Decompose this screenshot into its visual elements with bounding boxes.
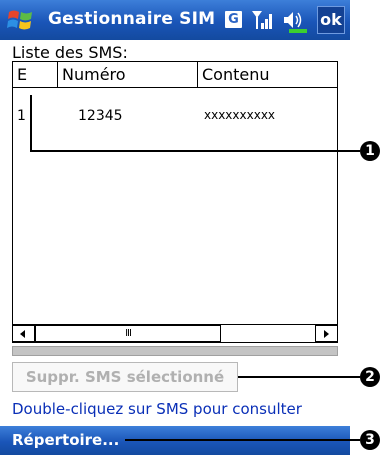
list-caption: Liste des SMS: bbox=[12, 43, 128, 62]
delete-selected-sms-button[interactable]: Suppr. SMS sélectionné bbox=[12, 362, 238, 392]
callout-line-1 bbox=[30, 95, 32, 151]
input-mode-indicator[interactable]: G bbox=[225, 11, 242, 28]
app-title: Gestionnaire SIM bbox=[48, 9, 216, 29]
hint-text: Double-cliquez sur SMS pour consulter bbox=[12, 400, 302, 418]
column-header-content[interactable]: Contenu bbox=[198, 62, 338, 88]
callout-marker-3: 3 bbox=[360, 430, 380, 450]
arrow-left-icon bbox=[20, 330, 25, 338]
callout-line-1-horizontal bbox=[30, 150, 360, 152]
callout-marker-1: 1 bbox=[360, 141, 380, 161]
signal-icon[interactable] bbox=[251, 8, 275, 32]
scroll-left-button[interactable] bbox=[13, 325, 35, 342]
column-header-number[interactable]: Numéro bbox=[58, 62, 198, 88]
speaker-icon[interactable] bbox=[281, 8, 309, 34]
row-content: xxxxxxxxxx bbox=[204, 108, 276, 122]
table-row[interactable]: 1 12345 xxxxxxxxxx bbox=[13, 88, 337, 124]
directory-menu[interactable]: Répertoire... bbox=[12, 431, 119, 449]
row-number: 12345 bbox=[78, 108, 123, 124]
progress-bar bbox=[12, 346, 338, 356]
sms-list[interactable]: E Numéro Contenu 1 12345 xxxxxxxxxx III bbox=[12, 61, 338, 343]
row-status: 1 bbox=[17, 108, 26, 124]
callout-marker-2: 2 bbox=[360, 367, 380, 387]
ok-button[interactable]: ok bbox=[317, 6, 345, 34]
scroll-thumb[interactable]: III bbox=[35, 325, 221, 342]
scroll-right-button[interactable] bbox=[315, 325, 337, 342]
arrow-right-icon bbox=[324, 330, 329, 338]
title-bar: Gestionnaire SIM G ok bbox=[0, 0, 350, 40]
column-header-status[interactable]: E bbox=[13, 62, 58, 88]
horizontal-scrollbar[interactable]: III bbox=[13, 324, 337, 342]
windows-flag-icon[interactable] bbox=[6, 6, 36, 34]
callout-line-3 bbox=[125, 439, 360, 441]
callout-line-2 bbox=[238, 376, 360, 378]
